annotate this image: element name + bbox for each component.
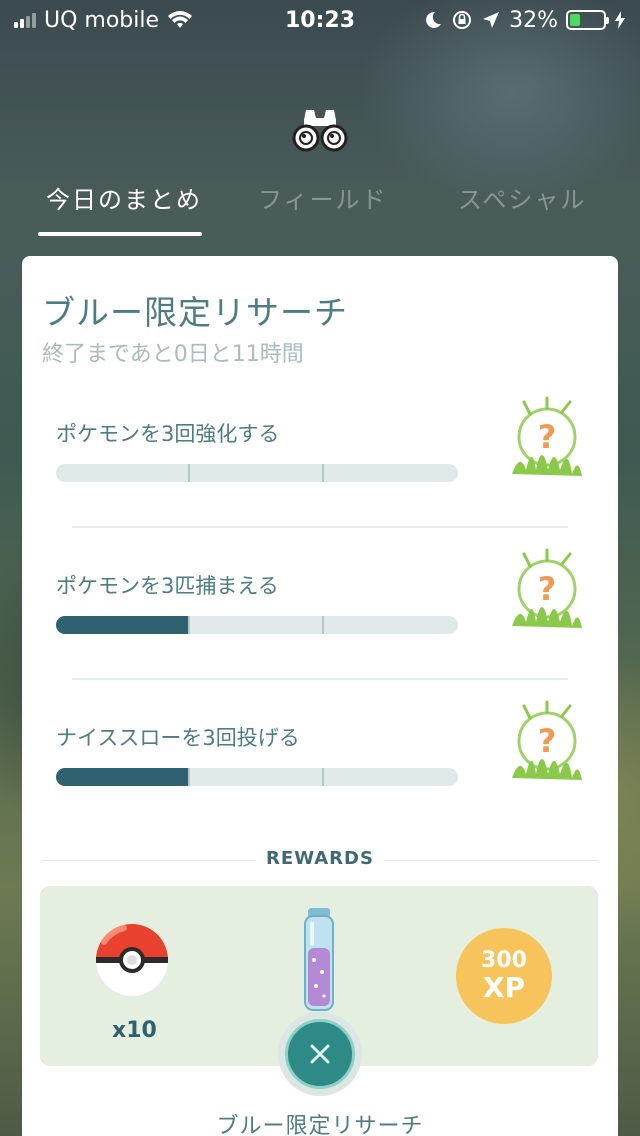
tab-today[interactable]: 今日のまとめ — [46, 180, 202, 215]
research-tabs: 今日のまとめ フィールド スペシャル — [0, 170, 640, 240]
rewards-heading: REWARDS — [22, 848, 618, 869]
task-label: ナイススローを3回投げる — [56, 726, 300, 750]
mystery-encounter-icon[interactable]: ? — [502, 696, 592, 786]
poke-ball-quantity: x10 — [112, 1018, 157, 1043]
active-tab-indicator — [38, 232, 202, 236]
close-button[interactable] — [278, 1012, 362, 1096]
status-time: 10:23 — [284, 7, 356, 33]
location-arrow-icon — [481, 10, 501, 30]
status-bar: UQ mobile 10:23 32% — [0, 0, 640, 40]
stardust-vial-icon — [304, 908, 334, 1011]
time-remaining: 終了まであと0日と11時間 — [42, 342, 304, 367]
task-progress-fill — [56, 768, 190, 786]
rewards-heading-text: REWARDS — [266, 848, 374, 869]
orientation-lock-icon — [451, 9, 473, 31]
research-title: ブルー限定リサーチ — [42, 293, 348, 332]
signal-icon — [14, 12, 36, 28]
carrier-label: UQ mobile — [44, 7, 160, 33]
close-icon — [285, 1019, 355, 1089]
mystery-encounter-icon[interactable]: ? — [502, 544, 592, 634]
mystery-encounter-icon[interactable]: ? — [502, 392, 592, 482]
task-label: ポケモンを3匹捕まえる — [56, 574, 279, 598]
task-label: ポケモンを3回強化する — [56, 422, 280, 446]
task-item[interactable]: ポケモンを3匹捕まえる ? — [56, 548, 582, 634]
task-divider — [72, 526, 568, 528]
xp-badge-icon: 300 XP — [456, 928, 552, 1024]
xp-unit: XP — [482, 971, 526, 1004]
binoculars-icon — [290, 100, 350, 160]
tab-special[interactable]: スペシャル — [458, 180, 586, 215]
poke-ball-icon — [96, 924, 168, 996]
task-progress-bar — [56, 768, 458, 786]
xp-amount: 300 — [481, 948, 527, 973]
footer-research-title: ブルー限定リサーチ — [216, 1114, 424, 1136]
svg-text:?: ? — [538, 570, 557, 608]
tab-field[interactable]: フィールド — [258, 180, 388, 215]
task-progress-bar — [56, 616, 458, 634]
charging-bolt-icon — [614, 10, 626, 30]
task-progress-bar — [56, 464, 458, 482]
task-item[interactable]: ポケモンを3回強化する ? — [56, 396, 582, 482]
research-card: ブルー限定リサーチ 終了まであと0日と11時間 ポケモンを3回強化する ? ポケ… — [22, 256, 618, 1136]
task-progress-fill — [56, 616, 190, 634]
svg-text:?: ? — [538, 418, 557, 456]
battery-icon — [566, 10, 609, 30]
task-item[interactable]: ナイススローを3回投げる ? — [56, 700, 582, 786]
wifi-icon — [167, 10, 193, 30]
moon-icon — [423, 10, 443, 30]
task-divider — [72, 678, 568, 680]
battery-percent: 32% — [509, 7, 558, 33]
svg-text:?: ? — [538, 722, 557, 760]
